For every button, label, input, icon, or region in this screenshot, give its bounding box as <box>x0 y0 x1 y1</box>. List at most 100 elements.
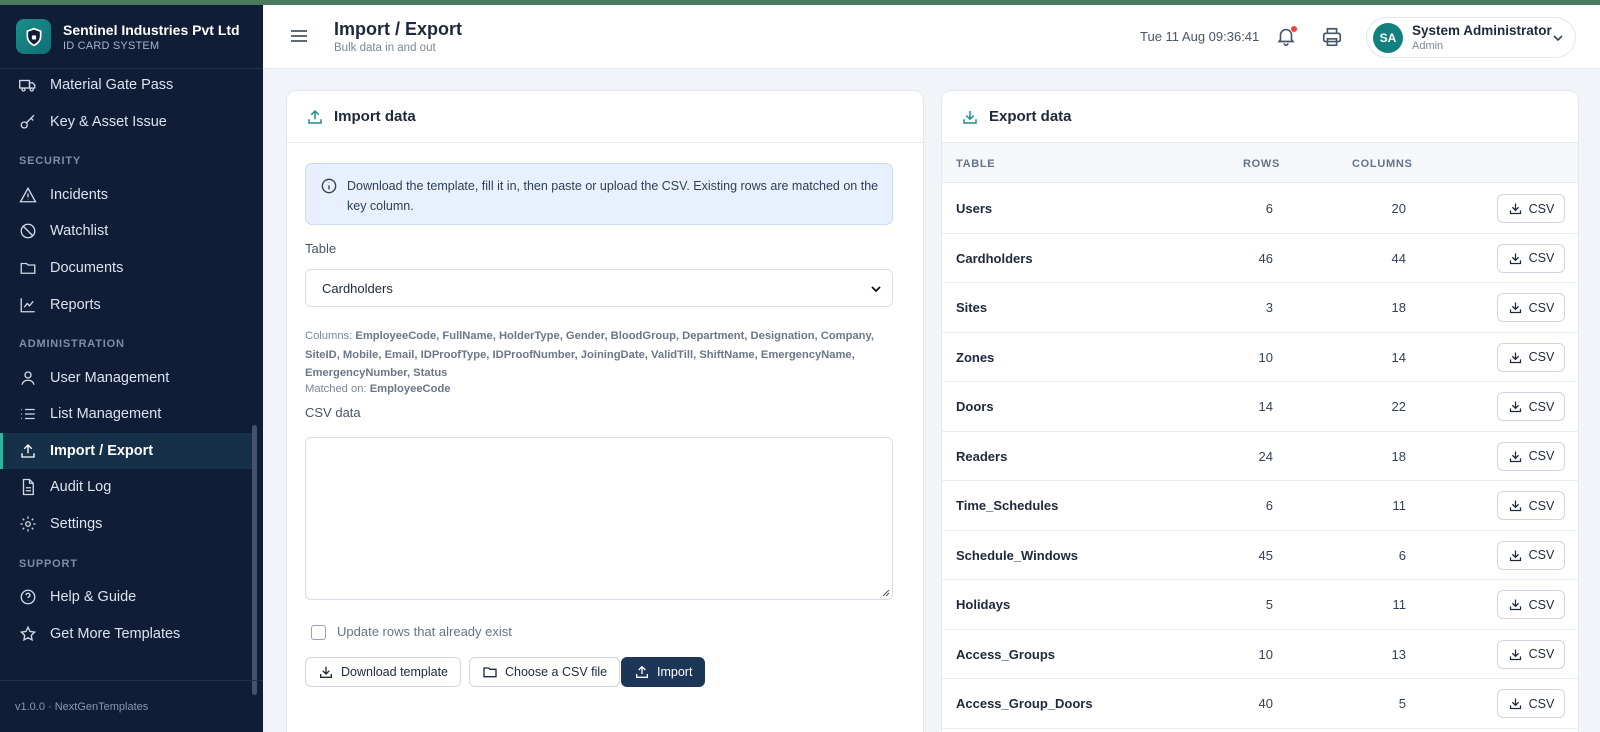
brand: Sentinel Industries Pvt Ltd ID CARD SYST… <box>0 5 263 69</box>
user-icon <box>21 371 35 385</box>
sidebar: Sentinel Industries Pvt Ltd ID CARD SYST… <box>0 5 263 732</box>
export-csv-button-cardholders[interactable]: CSV <box>1497 243 1565 273</box>
csv-label: CSV <box>1528 548 1555 562</box>
sidebar-item-material-gate-pass[interactable]: Material Gate Pass <box>0 67 255 103</box>
export-csv-button-time-schedules[interactable]: CSV <box>1497 491 1565 520</box>
choose-csv-label: Choose a CSV file <box>505 665 608 679</box>
table-row: Cardholders 46 44 CSV <box>942 234 1578 283</box>
sidebar-scrollbar[interactable] <box>252 425 257 695</box>
sidebar-item-label: Settings <box>50 516 103 532</box>
sidebar-item-label: Material Gate Pass <box>50 77 174 93</box>
sidebar-item-reports[interactable]: Reports <box>0 287 255 323</box>
row-count: 14 <box>1258 399 1273 414</box>
top-accent-bar <box>0 0 1600 5</box>
import-button[interactable]: Import <box>621 657 706 687</box>
table-row: Access_Groups 10 13 CSV <box>942 630 1578 679</box>
table-row: Time_Schedules 6 11 CSV <box>942 481 1578 531</box>
column-count: 11 <box>1392 498 1407 513</box>
table-row: Zones 10 14 CSV <box>942 333 1578 382</box>
download-icon <box>1509 451 1521 462</box>
row-count: 10 <box>1258 646 1273 662</box>
row-count: 5 <box>1265 597 1273 612</box>
sidebar-item-get-more-templates[interactable]: Get More Templates <box>0 616 255 652</box>
table-select-value: Cardholders <box>322 281 393 296</box>
row-count: 40 <box>1258 696 1273 711</box>
section-administration: ADMINISTRATION <box>19 338 125 350</box>
choose-csv-button[interactable]: Choose a CSV file <box>469 657 621 687</box>
sidebar-item-watchlist[interactable]: Watchlist <box>0 213 255 249</box>
user-menu[interactable]: SA System Administrator Admin <box>1366 17 1576 58</box>
ban-icon <box>20 223 36 239</box>
csv-label: CSV <box>1528 300 1555 315</box>
page-title: Import / Export <box>334 19 463 39</box>
update-rows-checkbox[interactable] <box>311 625 326 640</box>
row-count: 46 <box>1258 250 1273 266</box>
sidebar-item-incidents[interactable]: Incidents <box>0 177 255 213</box>
info-alert: Download the template, fill it in, then … <box>305 163 893 225</box>
export-csv-button-readers[interactable]: CSV <box>1497 441 1565 471</box>
column-count: 14 <box>1391 349 1406 365</box>
export-csv-button-users[interactable]: CSV <box>1497 194 1565 223</box>
datetime-display: Tue 11 Aug 09:36:41 <box>1140 29 1260 44</box>
table-row: Users 6 20 CSV <box>942 184 1578 234</box>
list-icon <box>21 408 35 420</box>
sidebar-item-label: Incidents <box>50 187 109 203</box>
export-csv-button-access-groups[interactable]: CSV <box>1497 639 1565 669</box>
chevron-down-icon <box>871 286 881 293</box>
page-subtitle: Bulk data in and out <box>334 42 436 54</box>
csv-label: CSV <box>1528 449 1555 463</box>
row-table-name: Users <box>956 201 993 216</box>
row-count: 45 <box>1258 547 1273 563</box>
top-header: Import / Export Bulk data in and out Tue… <box>263 5 1600 69</box>
table-select[interactable]: Cardholders <box>305 269 893 307</box>
table-row: Doors 14 22 CSV <box>942 382 1578 432</box>
sidebar-item-help-guide[interactable]: Help & Guide <box>0 579 255 615</box>
column-count: 13 <box>1391 646 1406 662</box>
chart-icon <box>20 298 35 313</box>
csv-data-textarea[interactable] <box>305 437 893 600</box>
resize-handle-icon[interactable] <box>881 588 890 597</box>
column-count: 44 <box>1391 250 1406 266</box>
sidebar-item-settings[interactable]: Settings <box>0 506 255 542</box>
download-icon <box>1509 352 1521 363</box>
download-icon <box>1509 649 1521 660</box>
gear-icon <box>20 516 36 532</box>
export-csv-button-doors[interactable]: CSV <box>1497 392 1565 421</box>
download-icon <box>320 666 332 678</box>
csv-label: CSV <box>1528 350 1555 364</box>
export-csv-button-schedule-windows[interactable]: CSV <box>1497 540 1565 570</box>
csv-label: CSV <box>1528 597 1555 612</box>
download-icon <box>1509 599 1521 611</box>
upload-icon <box>21 444 35 458</box>
row-table-name: Schedule_Windows <box>956 547 1078 563</box>
sidebar-item-documents[interactable]: Documents <box>0 250 255 286</box>
export-csv-button-holidays[interactable]: CSV <box>1497 590 1565 619</box>
export-csv-button-access-group-doors[interactable]: CSV <box>1497 689 1565 718</box>
printer-icon[interactable] <box>1321 26 1343 48</box>
download-template-button[interactable]: Download template <box>305 657 462 687</box>
export-csv-button-sites[interactable]: CSV <box>1497 293 1565 322</box>
import-card-header: Import data <box>287 91 923 143</box>
row-count: 3 <box>1265 300 1273 315</box>
update-rows-label: Update rows that already exist <box>337 624 512 639</box>
column-count: 11 <box>1392 597 1407 612</box>
hamburger-menu-icon[interactable] <box>289 27 309 45</box>
user-role: Admin <box>1412 40 1444 52</box>
row-table-name: Cardholders <box>956 250 1033 266</box>
brand-subtitle: ID CARD SYSTEM <box>63 39 160 52</box>
download-template-label: Download template <box>341 665 449 679</box>
header-table: TABLE <box>956 158 996 170</box>
export-csv-button-zones[interactable]: CSV <box>1497 342 1565 372</box>
sidebar-item-audit-log[interactable]: Audit Log <box>0 469 255 505</box>
csv-label: CSV <box>1528 251 1555 265</box>
sidebar-item-label: Import / Export <box>50 443 154 459</box>
sidebar-item-user-management[interactable]: User Management <box>0 360 255 396</box>
column-count: 6 <box>1398 547 1406 563</box>
download-icon <box>1509 500 1521 512</box>
sidebar-item-key-asset-issue[interactable]: Key & Asset Issue <box>0 104 255 140</box>
sidebar-item-list-management[interactable]: List Management <box>0 396 255 432</box>
csv-label: CSV <box>1528 498 1555 513</box>
sidebar-item-import-export[interactable]: Import / Export <box>0 433 255 469</box>
row-table-name: Zones <box>956 349 995 365</box>
row-table-name: Doors <box>956 399 994 414</box>
